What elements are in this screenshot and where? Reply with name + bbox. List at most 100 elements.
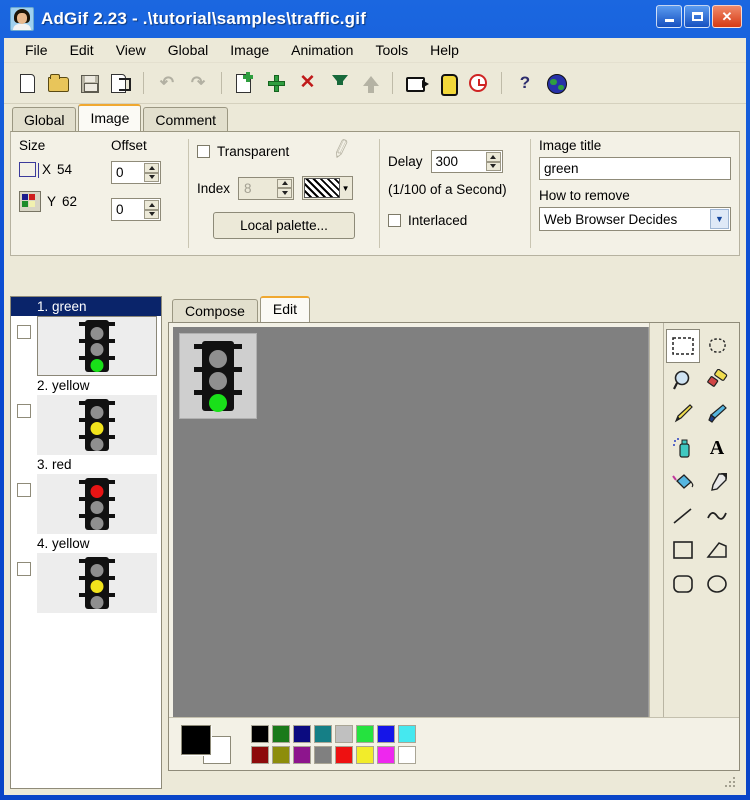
close-button[interactable]: ✕ — [712, 5, 742, 28]
web-button[interactable] — [541, 68, 571, 98]
canvas-vertical-scrollbar[interactable] — [649, 323, 663, 717]
frame-checkbox[interactable] — [17, 562, 31, 576]
menu-item-view[interactable]: View — [105, 39, 157, 61]
save-as-button[interactable] — [105, 68, 135, 98]
transparent-checkbox[interactable] — [197, 145, 210, 158]
menu-item-tools[interactable]: Tools — [364, 39, 419, 61]
tab-compose[interactable]: Compose — [172, 299, 258, 322]
rounded-rect-icon[interactable] — [666, 567, 700, 601]
property-tab-strip: Global Image Comment — [4, 104, 746, 131]
tool-palette: A — [663, 323, 739, 717]
minimize-button[interactable] — [656, 5, 682, 28]
eraser-icon[interactable] — [700, 363, 734, 397]
lasso-select-icon[interactable] — [700, 329, 734, 363]
image-title-input[interactable]: green — [539, 157, 731, 180]
eyedropper-icon[interactable] — [700, 465, 734, 499]
delay-stepper[interactable] — [430, 150, 503, 173]
index-stepper[interactable]: 8 — [238, 176, 295, 200]
eyedropper-icon[interactable]: 🖉 — [330, 136, 355, 167]
menu-item-edit[interactable]: Edit — [59, 39, 105, 61]
foreground-color-swatch[interactable] — [181, 725, 211, 755]
title-bar: AdGif 2.23 - .\tutorial\samples\traffic.… — [4, 0, 746, 38]
color-swatch[interactable] — [398, 724, 416, 743]
local-palette-button[interactable]: Local palette... — [213, 212, 355, 239]
tab-comment[interactable]: Comment — [143, 107, 229, 131]
color-swatch[interactable] — [293, 745, 311, 764]
brush-icon[interactable] — [700, 397, 734, 431]
frame-checkbox[interactable] — [17, 325, 31, 339]
frame-checkbox[interactable] — [17, 483, 31, 497]
color-swatch[interactable] — [335, 745, 353, 764]
new-file-button[interactable] — [12, 68, 42, 98]
curve-icon[interactable] — [700, 499, 734, 533]
list-item[interactable]: 1. green — [11, 297, 161, 376]
color-swatch[interactable] — [356, 745, 374, 764]
color-swatch[interactable] — [356, 724, 374, 743]
frame-checkbox[interactable] — [17, 404, 31, 418]
add-frame-button[interactable] — [261, 68, 291, 98]
tab-image[interactable]: Image — [78, 104, 142, 131]
list-item[interactable]: 4. yellow — [11, 534, 161, 613]
color-palette-icon[interactable] — [19, 191, 41, 212]
interlaced-checkbox[interactable] — [388, 214, 401, 227]
move-frame-up-button[interactable] — [354, 68, 384, 98]
foreground-background-swatches[interactable] — [179, 722, 233, 766]
paint-bucket-icon[interactable] — [666, 465, 700, 499]
menu-item-help[interactable]: Help — [419, 39, 470, 61]
menu-item-file[interactable]: File — [14, 39, 59, 61]
color-swatch[interactable] — [398, 745, 416, 764]
color-swatch[interactable] — [335, 724, 353, 743]
color-swatch[interactable] — [293, 724, 311, 743]
list-item[interactable]: 3. red — [11, 455, 161, 534]
redo-button[interactable]: ↷ — [183, 68, 213, 98]
ellipse-icon[interactable] — [700, 567, 734, 601]
offset-x-input[interactable] — [112, 164, 148, 181]
color-swatch[interactable] — [377, 724, 395, 743]
how-to-remove-select[interactable]: Web Browser Decides ▼ — [539, 207, 731, 231]
menu-item-image[interactable]: Image — [219, 39, 280, 61]
menu-item-global[interactable]: Global — [157, 39, 219, 61]
frame-list[interactable]: 1. green 2. yellow 3. red 4. yellow — [10, 296, 162, 789]
timing-button[interactable] — [463, 68, 493, 98]
canvas-image[interactable] — [179, 333, 257, 419]
offset-y-stepper[interactable] — [111, 198, 161, 221]
chevron-down-icon[interactable]: ▼ — [710, 209, 729, 229]
color-swatch[interactable] — [251, 724, 269, 743]
new-frame-button[interactable] — [230, 68, 260, 98]
transparent-color-dropdown[interactable]: ▼ — [302, 176, 354, 200]
move-frame-down-button[interactable] — [323, 68, 353, 98]
color-swatch[interactable] — [272, 745, 290, 764]
undo-button[interactable]: ↶ — [152, 68, 182, 98]
magnifier-icon[interactable] — [666, 363, 700, 397]
airbrush-icon[interactable] — [666, 431, 700, 465]
line-icon[interactable] — [666, 499, 700, 533]
editor-tab-strip: Compose Edit — [168, 296, 740, 322]
rect-select-icon[interactable] — [666, 329, 700, 363]
color-swatch[interactable] — [377, 745, 395, 764]
color-swatch[interactable] — [314, 724, 332, 743]
maximize-button[interactable] — [684, 5, 710, 28]
tab-global[interactable]: Global — [12, 107, 77, 131]
polygon-icon[interactable] — [700, 533, 734, 567]
text-icon[interactable]: A — [700, 431, 734, 465]
rectangle-icon[interactable] — [666, 533, 700, 567]
open-file-button[interactable] — [43, 68, 73, 98]
preview-animation-button[interactable] — [401, 68, 431, 98]
save-file-button[interactable] — [74, 68, 104, 98]
help-button[interactable]: ? — [510, 68, 540, 98]
menu-item-animation[interactable]: Animation — [280, 39, 364, 61]
color-swatch[interactable] — [251, 745, 269, 764]
delete-frame-button[interactable]: ✕ — [292, 68, 322, 98]
offset-x-stepper[interactable] — [111, 161, 161, 184]
color-swatch[interactable] — [314, 745, 332, 764]
resize-grip[interactable] — [725, 775, 737, 787]
optimize-button[interactable] — [432, 68, 462, 98]
tab-edit[interactable]: Edit — [259, 296, 311, 322]
pencil-icon[interactable] — [666, 397, 700, 431]
list-item[interactable]: 2. yellow — [11, 376, 161, 455]
delay-input[interactable] — [431, 153, 486, 170]
color-swatch[interactable] — [272, 724, 290, 743]
frame-label: 2. yellow — [37, 378, 90, 393]
offset-y-input[interactable] — [112, 201, 148, 218]
canvas[interactable] — [173, 327, 649, 717]
